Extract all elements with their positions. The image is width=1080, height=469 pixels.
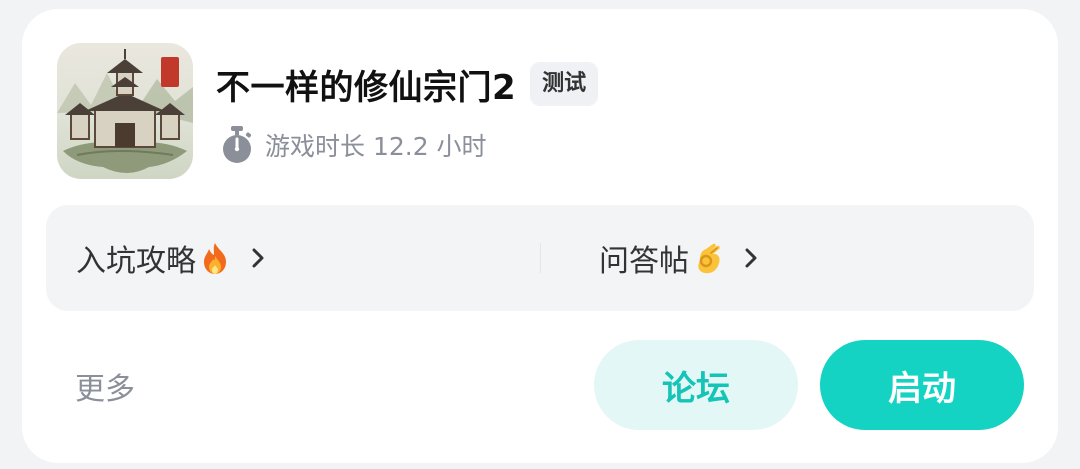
qa-link-label: 问答帖 — [599, 244, 689, 279]
game-app-icon[interactable] — [57, 43, 193, 179]
stopwatch-icon — [219, 125, 255, 165]
launch-button[interactable]: 启动 — [820, 340, 1024, 430]
fire-icon — [198, 241, 232, 275]
title-row: 不一样的修仙宗门2 测试 — [216, 59, 599, 109]
guide-link[interactable]: 入坑攻略 — [76, 205, 266, 311]
links-divider — [540, 243, 541, 273]
forum-button[interactable]: 论坛 — [594, 340, 798, 430]
qa-link[interactable]: 问答帖 — [599, 205, 759, 311]
playtime-row: 游戏时长 12.2 小时 — [219, 123, 487, 167]
chevron-right-icon — [250, 247, 266, 269]
chevron-right-icon — [743, 247, 759, 269]
quick-links-panel: 入坑攻略 问答帖 — [46, 205, 1034, 311]
game-title[interactable]: 不一样的修仙宗门2 — [216, 60, 516, 109]
game-card: 不一样的修仙宗门2 测试 游戏时长 12.2 小时 入坑攻略 问答帖 更多 论坛… — [22, 9, 1058, 463]
guide-link-label: 入坑攻略 — [76, 244, 196, 279]
playtime-text: 游戏时长 12.2 小时 — [265, 132, 487, 161]
test-badge: 测试 — [530, 62, 599, 106]
ok-hand-icon — [691, 241, 725, 275]
more-link[interactable]: 更多 — [75, 364, 135, 408]
pagoda-artwork-icon — [57, 49, 193, 173]
